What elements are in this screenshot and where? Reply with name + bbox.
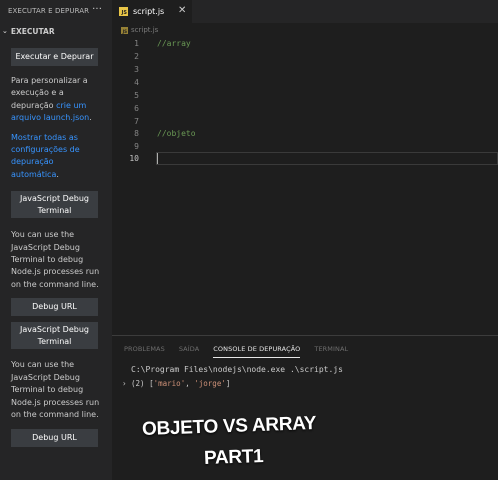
section-title: EXECUTAR — [10, 26, 55, 36]
console-output[interactable]: › (2) ['mario', 'jorge'] — [122, 379, 230, 388]
line-number: 1 — [134, 39, 139, 48]
show-all-paragraph: Mostrar todas as configurações de depura… — [11, 132, 103, 182]
code-line[interactable]: 5 — [112, 89, 498, 102]
code-line[interactable]: 3 — [112, 63, 498, 76]
code-text[interactable]: //objeto — [157, 127, 196, 140]
bottom-panel: PROBLEMAS SAÍDA CONSOLE DE DEPURAÇÃO TER… — [112, 335, 498, 480]
tab-script-js[interactable]: JS script.js ✕ — [112, 0, 192, 23]
close-icon[interactable]: ✕ — [178, 5, 186, 16]
tab-terminal[interactable]: TERMINAL — [314, 345, 348, 358]
text-cursor — [157, 153, 158, 164]
line-number: 5 — [134, 91, 139, 100]
customize-text-end: . — [89, 113, 92, 123]
code-line[interactable]: 2 — [112, 50, 498, 63]
js-debug-terminal-button[interactable]: JavaScript Debug Terminal — [11, 191, 98, 219]
output-item: 'mario' — [153, 379, 186, 388]
code-line[interactable]: 6 — [112, 102, 498, 115]
line-number: 2 — [134, 52, 139, 61]
line-number: 10 — [129, 154, 139, 163]
line-number: 8 — [134, 129, 139, 138]
current-line-highlight — [156, 152, 498, 165]
console-command: C:\Program Files\nodejs\node.exe .\scrip… — [131, 365, 343, 374]
run-and-debug-button[interactable]: Executar e Depurar — [11, 48, 98, 66]
breadcrumb[interactable]: JS script.js — [112, 23, 498, 37]
sidebar-header: EXECUTAR E DEPURAR ··· — [0, 0, 112, 22]
chevron-down-icon: ⌄ — [2, 27, 8, 35]
line-number: 3 — [134, 65, 139, 74]
show-all-configs-link[interactable]: Mostrar todas as configurações de depura… — [11, 133, 80, 179]
tab-debug-console[interactable]: CONSOLE DE DEPURAÇÃO — [213, 345, 301, 358]
more-actions-icon[interactable]: ··· — [92, 4, 102, 15]
javascript-file-icon: JS — [119, 7, 128, 16]
panel-tabs: PROBLEMAS SAÍDA CONSOLE DE DEPURAÇÃO TER… — [124, 345, 362, 359]
debug-url-button[interactable]: Debug URL — [11, 429, 98, 448]
customize-paragraph: Para personalizar a execução e a depuraç… — [11, 75, 103, 125]
javascript-file-icon: JS — [121, 26, 128, 34]
output-suffix: ] — [225, 379, 231, 388]
show-all-end: . — [56, 169, 59, 179]
section-executar[interactable]: ⌄ EXECUTAR — [0, 22, 112, 40]
sidebar-title: EXECUTAR E DEPURAR — [8, 7, 90, 15]
breadcrumb-file[interactable]: script.js — [131, 26, 158, 34]
code-text[interactable]: //array — [157, 37, 191, 50]
code-editor[interactable]: 1//array 2 3 4 5 6 7 8//objeto 9 10 — [112, 37, 498, 335]
output-prefix: (2) [ — [131, 379, 154, 388]
output-item: 'jorge' — [194, 379, 226, 388]
js-debug-terminal-button[interactable]: JavaScript Debug Terminal — [11, 322, 98, 350]
code-line[interactable]: 1 //array — [112, 37, 498, 50]
video-caption-line-2: PART1 — [203, 445, 264, 470]
tab-label: script.js — [133, 7, 165, 16]
line-number: 4 — [134, 78, 139, 87]
code-line[interactable]: 4 — [112, 76, 498, 89]
terminal-help-text: You can use the JavaScript Debug Termina… — [11, 360, 100, 419]
editor-tab-bar: JS script.js ✕ — [112, 0, 498, 23]
line-number: 6 — [134, 104, 139, 113]
tab-problems[interactable]: PROBLEMAS — [124, 345, 165, 358]
code-line[interactable]: 8 //objeto — [112, 127, 498, 140]
terminal-help-text: You can use the JavaScript Debug Termina… — [11, 230, 100, 289]
current-code-line[interactable]: 10 — [112, 152, 498, 165]
debug-url-button[interactable]: Debug URL — [11, 298, 98, 317]
expand-chevron-icon[interactable]: › — [122, 379, 127, 388]
tab-output[interactable]: SAÍDA — [179, 345, 199, 358]
run-debug-sidebar: EXECUTAR E DEPURAR ··· ⌄ EXECUTAR Execut… — [0, 0, 112, 480]
